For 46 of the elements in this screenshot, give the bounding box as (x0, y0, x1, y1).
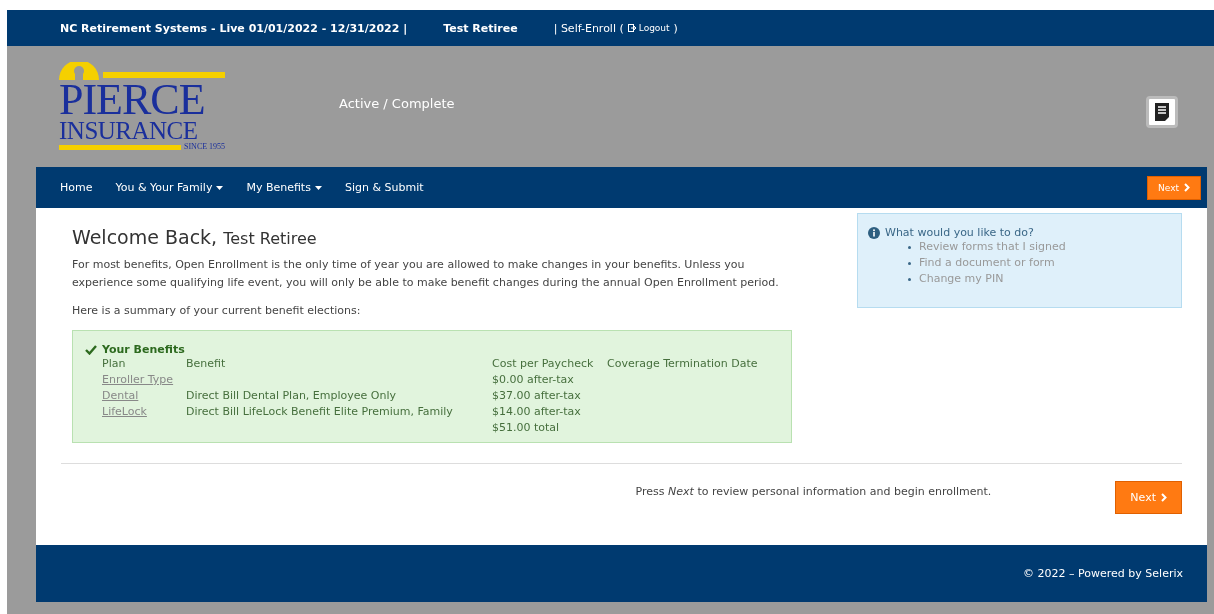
plan-link[interactable]: LifeLock (102, 405, 147, 418)
nav-menu-item[interactable]: My Benefits (246, 181, 322, 194)
table-cell: $14.00 after-tax (492, 405, 581, 418)
enrollment-status: Active / Complete (339, 96, 455, 111)
panel-title: Your Benefits (102, 343, 185, 356)
table-cell: $37.00 after-tax (492, 389, 581, 402)
info-icon (868, 226, 880, 239)
company-logo: PIERCE INSURANCE SINCE 1955 (59, 62, 229, 151)
plan-link[interactable]: Dental (102, 389, 139, 402)
help-link[interactable]: Find a document or form (919, 255, 1055, 271)
next-button[interactable]: Next (1115, 481, 1182, 514)
user-name: Test Retiree (443, 21, 518, 35)
welcome-heading: Welcome Back, (72, 226, 218, 248)
table-cell: Direct Bill Dental Plan, Employee Only (186, 389, 397, 402)
nav-menu-item[interactable]: Home (60, 181, 93, 194)
chevron-icon (1184, 183, 1190, 192)
help-link[interactable]: Change my PIN (919, 271, 1004, 287)
plan-link[interactable]: Enroller Type (102, 373, 174, 386)
welcome-name: Test Retiree (223, 229, 317, 248)
caret-icon (216, 185, 224, 190)
nav-menu-item[interactable]: You & Your Family (115, 181, 224, 194)
help-link[interactable]: Review forms that I signed (919, 239, 1066, 255)
instruction-text: Press Next to review personal information and begin enrollment. (635, 485, 992, 498)
logout-link[interactable]: Logout (627, 23, 670, 33)
check-icon (85, 344, 97, 355)
column-header: Cost per Paycheck (492, 356, 595, 372)
help-title: What would you like to do? (885, 226, 1034, 239)
next-button[interactable]: Next (1147, 175, 1201, 200)
column-header: Benefit (186, 356, 227, 372)
document-button[interactable] (1146, 96, 1178, 128)
mode-label: | Self-Enroll ( (553, 21, 624, 35)
chevron-icon (1161, 493, 1167, 502)
copyright-text: © 2022 – Powered by Selerix (1023, 567, 1183, 580)
nav-menu-item[interactable]: Sign & Submit (344, 181, 424, 194)
column-header: Plan (102, 356, 127, 372)
caret-icon (314, 185, 322, 190)
summary-text: Here is a summary of your current benefit elections: (72, 303, 362, 319)
table-cell: Direct Bill LifeLock Benefit Elite Premium, Family (186, 405, 453, 418)
system-title: NC Retirement Systems - Live 01/01/2022 - 12/31/2022 | (60, 21, 408, 35)
table-cell: $0.00 after-tax (492, 373, 574, 386)
total-cost: $51.00 total (492, 420, 561, 436)
column-header: Coverage Termination Date (607, 356, 759, 372)
paren-text: ) (673, 21, 678, 35)
intro-paragraph: For most benefits, Open Enrollment is the only time of year you are allowed to make changes in your benefits. Unless you experience some qualifying life event, you will only be able to make benefit changes during the annual Open Enrollment period. (72, 257, 780, 291)
logout-icon (627, 24, 637, 32)
document-icon (1155, 103, 1169, 121)
